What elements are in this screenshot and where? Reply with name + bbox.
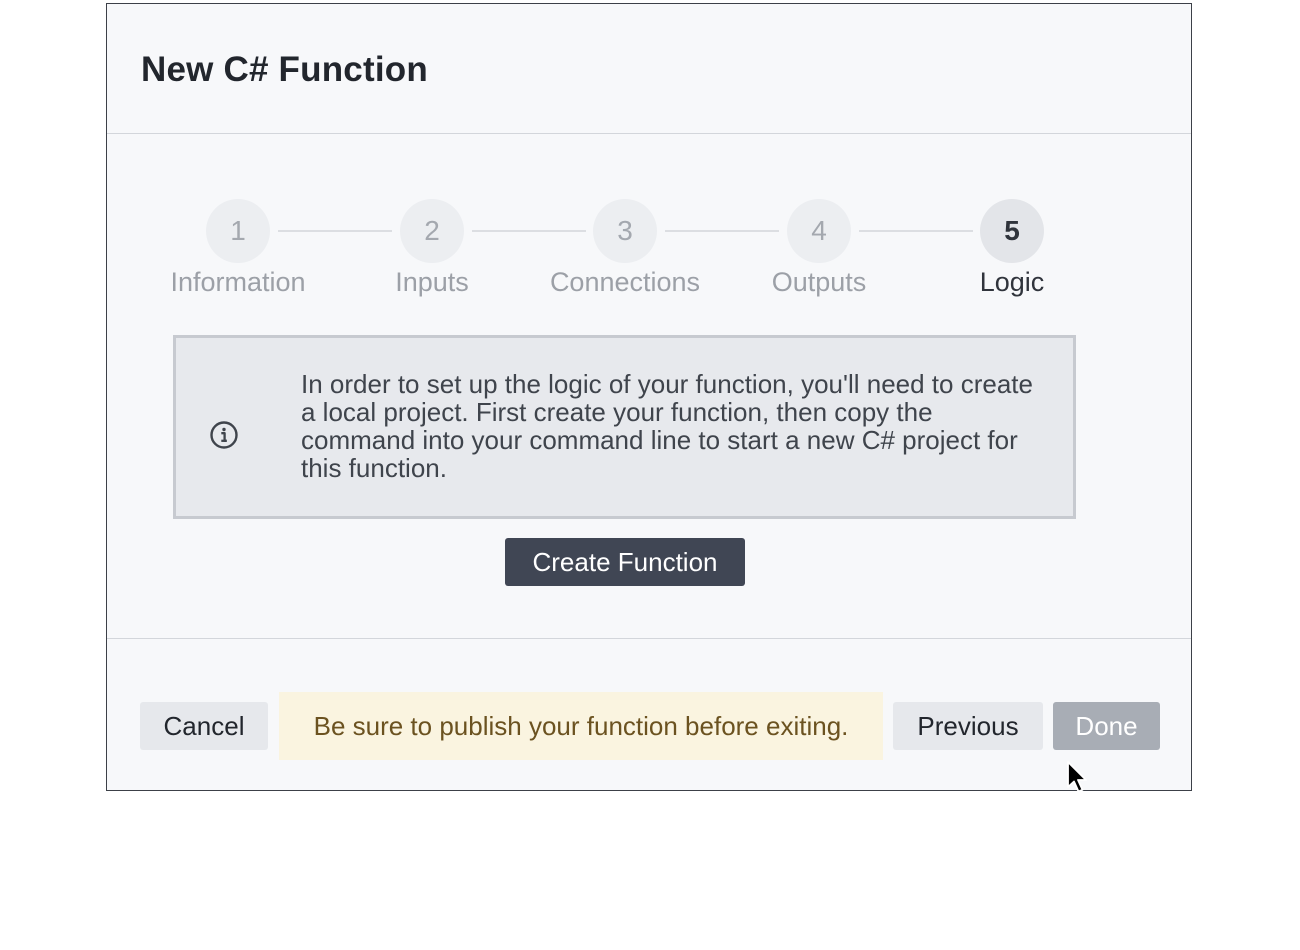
mouse-pointer-icon [1067, 761, 1087, 793]
step-label: Logic [979, 267, 1045, 297]
done-button[interactable]: Done [1053, 702, 1160, 750]
wizard-stepper: 1 Information 2 Inputs 3 Connections 4 O… [107, 199, 1191, 309]
step-number: 3 [593, 199, 657, 263]
step-number: 4 [787, 199, 851, 263]
step-number: 5 [980, 199, 1044, 263]
info-message: In order to set up the logic of your fun… [301, 369, 1033, 483]
step-label: Information [170, 267, 306, 297]
dialog-header: New C# Function [107, 4, 1191, 134]
info-callout: In order to set up the logic of your fun… [173, 335, 1076, 519]
step-connections[interactable]: 3 Connections [525, 199, 725, 298]
publish-warning: Be sure to publish your function before … [279, 692, 883, 760]
info-circle-icon [210, 421, 238, 449]
cancel-button[interactable]: Cancel [140, 702, 268, 750]
dialog-title: New C# Function [141, 50, 428, 89]
step-number: 1 [206, 199, 270, 263]
step-inputs[interactable]: 2 Inputs [332, 199, 532, 298]
step-outputs[interactable]: 4 Outputs [719, 199, 919, 298]
dialog-footer: Cancel Be sure to publish your function … [107, 638, 1191, 790]
step-label: Connections [549, 267, 701, 297]
step-logic[interactable]: 5 Logic [912, 199, 1112, 298]
step-label: Outputs [771, 267, 867, 297]
new-function-dialog: New C# Function 1 Information 2 Inputs 3… [106, 3, 1192, 791]
previous-button[interactable]: Previous [893, 702, 1043, 750]
create-function-button[interactable]: Create Function [505, 538, 745, 586]
step-information[interactable]: 1 Information [138, 199, 338, 298]
step-number: 2 [400, 199, 464, 263]
step-label: Inputs [395, 267, 469, 297]
